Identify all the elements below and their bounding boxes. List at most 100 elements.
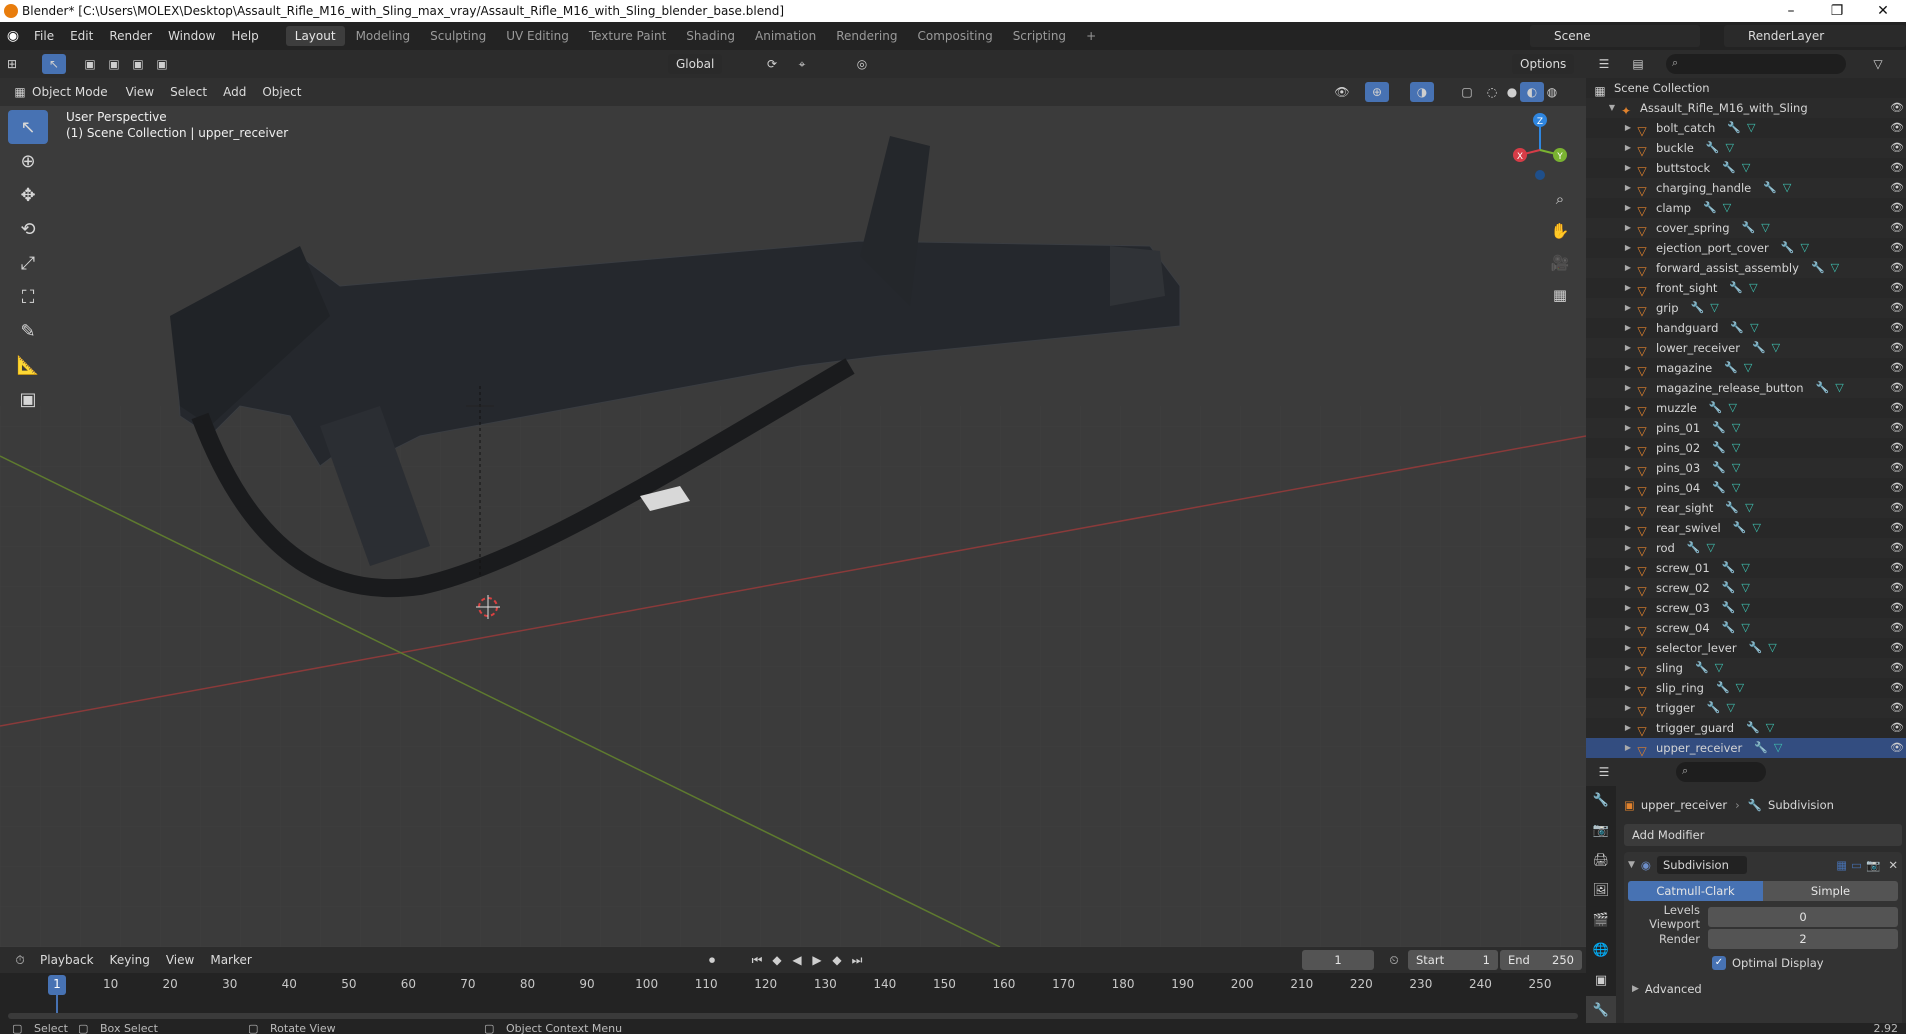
visibility-eye-icon[interactable]: 👁 xyxy=(1890,478,1904,498)
visibility-icon[interactable]: 👁 xyxy=(1330,82,1354,102)
visibility-eye-icon[interactable]: 👁 xyxy=(1890,538,1904,558)
expand-arrow-icon[interactable]: ▶ xyxy=(1622,338,1634,358)
mesh-data-icon[interactable]: ▽ xyxy=(1741,558,1749,578)
expand-arrow-icon[interactable]: ▶ xyxy=(1622,538,1634,558)
visibility-eye-icon[interactable]: 👁 xyxy=(1890,458,1904,478)
outliner-object-row[interactable]: ▶ ▽ clamp 🔧 ▽ 👁 xyxy=(1586,198,1906,218)
expand-arrow-icon[interactable]: ▶ xyxy=(1622,238,1634,258)
expand-arrow-icon[interactable]: ▶ xyxy=(1622,578,1634,598)
modifier-icon[interactable]: 🔧 xyxy=(1703,198,1717,218)
expand-arrow-icon[interactable]: ▶ xyxy=(1622,138,1634,158)
viewport-menu-select[interactable]: Select xyxy=(162,78,215,106)
modifier-icon[interactable]: 🔧 xyxy=(1722,558,1736,578)
modifier-icon[interactable]: 🔧 xyxy=(1706,138,1720,158)
menu-edit[interactable]: Edit xyxy=(62,22,101,50)
outliner-object-row[interactable]: ▶ ▽ pins_04 🔧 ▽ 👁 xyxy=(1586,478,1906,498)
outliner-object-row[interactable]: ▶ ▽ rear_sight 🔧 ▽ 👁 xyxy=(1586,498,1906,518)
levels-viewport-field[interactable]: 0 xyxy=(1708,907,1898,927)
modifier-icon[interactable]: 🔧 xyxy=(1712,438,1726,458)
expand-arrow-icon[interactable]: ▶ xyxy=(1622,118,1634,138)
menu-file[interactable]: File xyxy=(26,22,62,50)
optimal-display-checkbox[interactable]: ✓ xyxy=(1712,956,1726,970)
mesh-data-icon[interactable]: ▽ xyxy=(1747,118,1755,138)
blender-menu-icon[interactable]: ◉ xyxy=(0,22,26,50)
modifier-icon[interactable]: 🔧 xyxy=(1722,578,1736,598)
mesh-data-icon[interactable]: ▽ xyxy=(1732,418,1740,438)
outliner-object-row[interactable]: ▶ ▽ charging_handle 🔧 ▽ 👁 xyxy=(1586,178,1906,198)
close-window-button[interactable]: ✕ xyxy=(1860,0,1906,22)
expand-arrow-icon[interactable]: ▶ xyxy=(1622,698,1634,718)
visibility-eye-icon[interactable]: 👁 xyxy=(1890,578,1904,598)
outliner-object-row[interactable]: ▶ ▽ sling 🔧 ▽ 👁 xyxy=(1586,658,1906,678)
visibility-eye-icon[interactable]: 👁 xyxy=(1890,498,1904,518)
visibility-eye-icon[interactable]: 👁 xyxy=(1890,158,1904,178)
select-extend-icon[interactable]: ▣ xyxy=(102,54,126,74)
expand-arrow-icon[interactable]: ▶ xyxy=(1622,638,1634,658)
outliner-object-row[interactable]: ▶ ▽ ejection_port_cover 🔧 ▽ 👁 xyxy=(1586,238,1906,258)
tab-sculpting[interactable]: Sculpting xyxy=(421,26,495,46)
scene-tab-icon[interactable]: 🎬 xyxy=(1586,906,1616,936)
modifier-icon[interactable]: 🔧 xyxy=(1722,618,1736,638)
modifier-icon[interactable]: 🔧 xyxy=(1712,478,1726,498)
jump-end-icon[interactable]: ⏭ xyxy=(845,950,869,970)
scene-selector[interactable]: Scene xyxy=(1530,25,1700,47)
simple-button[interactable]: Simple xyxy=(1763,881,1898,901)
mesh-data-icon[interactable]: ▽ xyxy=(1800,238,1808,258)
camera-view-icon[interactable]: 🎥 xyxy=(1545,254,1575,286)
current-frame-field[interactable]: 1 xyxy=(1302,950,1374,970)
timeline-menu-playback[interactable]: Playback xyxy=(32,946,102,974)
mesh-data-icon[interactable]: ▽ xyxy=(1710,298,1718,318)
outliner-object-row[interactable]: ▶ ▽ buttstock 🔧 ▽ 👁 xyxy=(1586,158,1906,178)
mesh-data-icon[interactable]: ▽ xyxy=(1736,678,1744,698)
tab-rendering[interactable]: Rendering xyxy=(827,26,906,46)
menu-window[interactable]: Window xyxy=(160,22,223,50)
modifier-icon[interactable]: 🔧 xyxy=(1816,378,1830,398)
properties-editor-icon[interactable]: ☰ xyxy=(1592,762,1616,782)
modifier-icon[interactable]: 🔧 xyxy=(1727,118,1741,138)
expand-arrow-icon[interactable]: ▶ xyxy=(1622,178,1634,198)
modifier-icon[interactable]: 🔧 xyxy=(1722,158,1736,178)
outliner-object-row[interactable]: ▶ ▽ buckle 🔧 ▽ 👁 xyxy=(1586,138,1906,158)
mesh-data-icon[interactable]: ▽ xyxy=(1750,318,1758,338)
outliner-object-row[interactable]: ▶ ▽ pins_02 🔧 ▽ 👁 xyxy=(1586,438,1906,458)
mesh-data-icon[interactable]: ▽ xyxy=(1835,378,1843,398)
modifier-icon[interactable]: 🔧 xyxy=(1691,298,1705,318)
view-layer-tab-icon[interactable]: 🖼 xyxy=(1586,876,1616,906)
modifier-icon[interactable]: 🔧 xyxy=(1709,398,1723,418)
visibility-eye-icon[interactable]: 👁 xyxy=(1890,438,1904,458)
measure-tool-icon[interactable]: 📐 xyxy=(8,348,48,382)
outliner-object-row[interactable]: ▶ ▽ magazine 🔧 ▽ 👁 xyxy=(1586,358,1906,378)
pan-hand-icon[interactable]: ✋ xyxy=(1545,222,1575,254)
render-tab-icon[interactable]: 📷 xyxy=(1586,816,1616,846)
select-box-tool-icon[interactable]: ↖ xyxy=(8,110,48,144)
expand-arrow-icon[interactable]: ▶ xyxy=(1622,478,1634,498)
modifier-icon[interactable]: 🔧 xyxy=(1729,278,1743,298)
ortho-toggle-icon[interactable]: ▦ xyxy=(1545,286,1575,318)
outliner-object-row[interactable]: ▶ ▽ slip_ring 🔧 ▽ 👁 xyxy=(1586,678,1906,698)
visibility-eye-icon[interactable]: 👁 xyxy=(1890,298,1904,318)
outliner-object-row[interactable]: ▶ ▽ screw_02 🔧 ▽ 👁 xyxy=(1586,578,1906,598)
modifier-collapse-icon[interactable]: ▼ xyxy=(1628,860,1635,870)
mesh-data-icon[interactable]: ▽ xyxy=(1774,738,1782,758)
mesh-data-icon[interactable]: ▽ xyxy=(1831,258,1839,278)
outliner-collection-row[interactable]: ▼ ✦ Assault_Rifle_M16_with_Sling 👁 xyxy=(1586,98,1906,118)
options-dropdown[interactable]: Options xyxy=(1512,54,1575,74)
add-modifier-button[interactable]: Add Modifier xyxy=(1624,824,1902,846)
visibility-eye-icon[interactable]: 👁 xyxy=(1890,318,1904,338)
mesh-data-icon[interactable]: ▽ xyxy=(1761,218,1769,238)
modifier-icon[interactable]: 🔧 xyxy=(1725,498,1739,518)
filter-icon[interactable]: ▽ xyxy=(1866,54,1890,74)
expand-arrow-icon[interactable]: ▶ xyxy=(1622,318,1634,338)
expand-arrow-icon[interactable]: ▶ xyxy=(1622,298,1634,318)
visibility-eye-icon[interactable]: 👁 xyxy=(1890,678,1904,698)
visibility-eye-icon[interactable]: 👁 xyxy=(1890,598,1904,618)
modifier-icon[interactable]: 🔧 xyxy=(1811,258,1825,278)
outliner-object-row[interactable]: ▶ ▽ upper_receiver 🔧 ▽ 👁 xyxy=(1586,738,1906,758)
mesh-data-icon[interactable]: ▽ xyxy=(1723,198,1731,218)
scale-tool-icon[interactable]: ⤢ xyxy=(8,246,48,280)
viewport-menu-add[interactable]: Add xyxy=(215,78,254,106)
visibility-eye-icon[interactable]: 👁 xyxy=(1890,618,1904,638)
outliner-object-row[interactable]: ▶ ▽ magazine_release_button 🔧 ▽ 👁 xyxy=(1586,378,1906,398)
catmull-clark-button[interactable]: Catmull-Clark xyxy=(1628,881,1763,901)
mesh-data-icon[interactable]: ▽ xyxy=(1742,158,1750,178)
